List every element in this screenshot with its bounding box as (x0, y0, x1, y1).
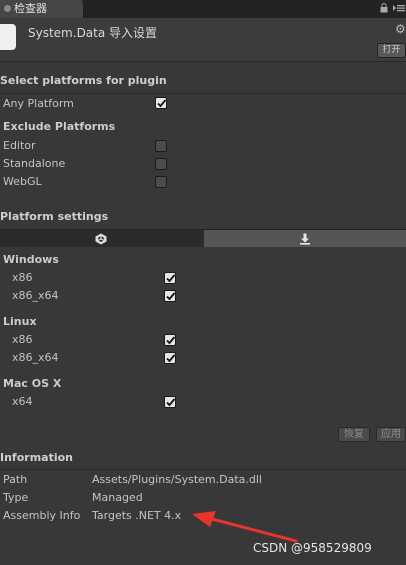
info-path-value: Assets/Plugins/System.Data.dll (92, 473, 262, 486)
page-title: System.Data 导入设置 (28, 26, 158, 40)
checkmark-icon (157, 99, 167, 108)
windows-x86-checkbox[interactable] (164, 272, 176, 284)
exclude-editor-checkbox[interactable] (155, 140, 167, 152)
windows-x86_x64-checkbox[interactable] (164, 290, 176, 302)
checkmark-icon (166, 336, 176, 345)
import-settings-header: System.Data 导入设置 ⚙ 打开 (0, 18, 406, 62)
checkmark-icon (166, 292, 176, 301)
info-type-label: Type (3, 491, 29, 504)
information-title: Information (0, 451, 73, 464)
macos-group-title: Mac OS X (3, 377, 62, 390)
any-platform-label: Any Platform (3, 97, 74, 110)
tab-unity-platform[interactable] (0, 230, 203, 247)
gear-icon[interactable]: ⚙ (395, 22, 406, 36)
file-icon (0, 24, 16, 50)
info-assembly-label: Assembly Info (3, 509, 81, 522)
linux-x86-label: x86 (12, 333, 33, 346)
select-platforms-title: Select platforms for plugin (0, 74, 167, 87)
info-path-label: Path (3, 473, 28, 486)
tab-label: 检查器 (14, 2, 47, 15)
divider (0, 469, 406, 470)
platform-tabs (0, 229, 406, 247)
linux-x86_x64-checkbox[interactable] (164, 352, 176, 364)
windows-x86_x64-label: x86_x64 (12, 289, 59, 302)
tab-inspector[interactable]: 检查器 (0, 0, 84, 18)
exclude-editor-label: Editor (3, 139, 36, 152)
windows-x86-label: x86 (12, 271, 33, 284)
annotation-arrow-icon (192, 511, 298, 543)
menu-icon[interactable] (393, 3, 405, 17)
any-platform-checkbox[interactable] (155, 97, 167, 109)
macos-x64-label: x64 (12, 395, 33, 408)
exclude-webgl-label: WebGL (3, 175, 42, 188)
divider (0, 93, 406, 94)
platform-settings-title: Platform settings (0, 210, 109, 223)
info-type-value: Managed (92, 491, 143, 504)
unity-icon (95, 233, 107, 245)
watermark: CSDN @958529809 (253, 541, 372, 555)
revert-button[interactable]: 恢复 (338, 427, 370, 442)
linux-group-title: Linux (3, 315, 37, 328)
exclude-webgl-checkbox[interactable] (155, 176, 167, 188)
download-icon (300, 233, 310, 245)
info-assembly-value: Targets .NET 4.x (92, 509, 182, 522)
apply-button[interactable]: 应用 (376, 427, 406, 442)
checkmark-icon (166, 398, 176, 407)
exclude-standalone-checkbox[interactable] (155, 158, 167, 170)
checkmark-icon (166, 274, 176, 283)
open-button[interactable]: 打开 (377, 43, 406, 58)
checkmark-icon (166, 354, 176, 363)
exclude-platforms-title: Exclude Platforms (3, 120, 116, 133)
tab-standalone-platform[interactable] (204, 230, 406, 247)
inspector-icon (4, 5, 11, 12)
tab-bar: 检查器 (0, 0, 406, 18)
windows-group-title: Windows (3, 253, 59, 266)
linux-x86-checkbox[interactable] (164, 334, 176, 346)
lock-icon[interactable] (380, 3, 388, 17)
linux-x86_x64-label: x86_x64 (12, 351, 59, 364)
exclude-standalone-label: Standalone (3, 157, 66, 170)
macos-x64-checkbox[interactable] (164, 396, 176, 408)
